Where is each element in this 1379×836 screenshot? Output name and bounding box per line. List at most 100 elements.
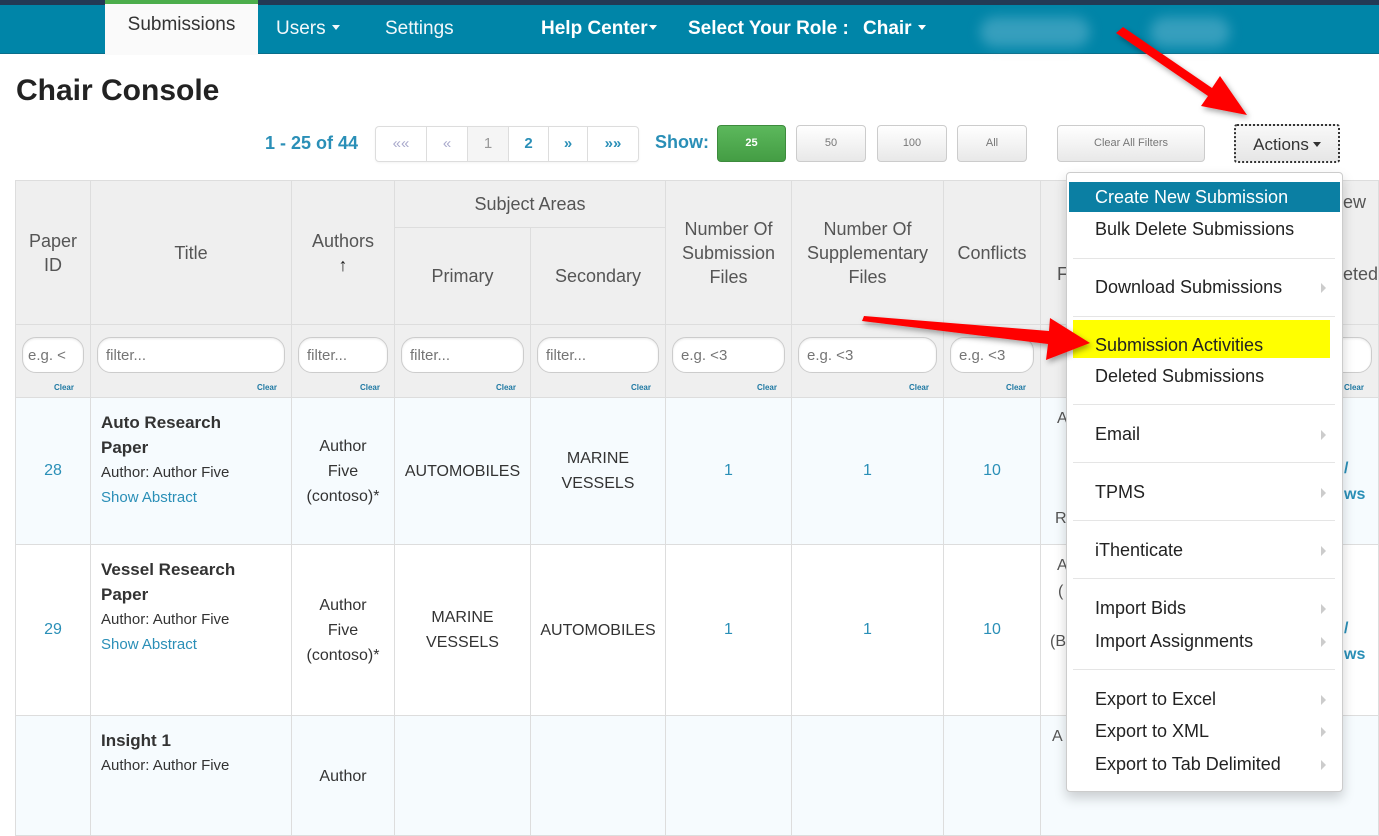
header-num-submission-files[interactable]: Number Of Submission Files: [665, 180, 792, 325]
header-conflicts[interactable]: Conflicts: [943, 180, 1041, 325]
header-title[interactable]: Title: [90, 180, 292, 325]
header-secondary[interactable]: Secondary: [530, 227, 666, 325]
paper-author: Author: Author Five: [101, 611, 230, 628]
clipped-row-fragment: R: [1055, 510, 1067, 527]
title-cell: Insight 1 Author: Author Five: [90, 715, 292, 836]
paper-id-filter-input[interactable]: [22, 337, 84, 373]
show-label: Show:: [655, 132, 709, 152]
next-page-button[interactable]: »: [549, 127, 588, 161]
nav-tab-submissions[interactable]: Submissions: [105, 0, 258, 55]
page-size-25-button[interactable]: 25: [717, 125, 786, 162]
clipped-link-fragment[interactable]: /: [1344, 620, 1348, 638]
menu-item-label: Submission Activities: [1095, 335, 1264, 355]
authors-filter-input[interactable]: [298, 337, 388, 373]
menu-item-ithenticate[interactable]: iThenticate: [1069, 535, 1340, 565]
chevron-right-icon: [1321, 430, 1326, 440]
header-primary[interactable]: Primary: [394, 227, 531, 325]
page-size-all-button[interactable]: All: [957, 125, 1027, 162]
num-supplementary-files-link[interactable]: 1: [863, 462, 872, 479]
menu-item-export-to-tab-delimited[interactable]: Export to Tab Delimited: [1069, 749, 1340, 779]
page-1-button[interactable]: 1: [468, 127, 509, 161]
redacted-user-info: [980, 17, 1090, 47]
clear-filter-link[interactable]: Clear: [360, 383, 380, 392]
menu-item-export-to-excel[interactable]: Export to Excel: [1069, 684, 1340, 714]
show-abstract-link[interactable]: Show Abstract: [101, 632, 281, 657]
clear-filter-link[interactable]: Clear: [54, 383, 74, 392]
clear-filter-link[interactable]: Clear: [909, 383, 929, 392]
menu-item-import-assignments[interactable]: Import Assignments: [1069, 626, 1340, 656]
clipped-link-fragment[interactable]: ws: [1344, 486, 1365, 504]
page-2-button[interactable]: 2: [509, 127, 549, 161]
conflicts-cell: [943, 715, 1041, 836]
menu-item-download-submissions[interactable]: Download Submissions: [1069, 272, 1340, 302]
menu-item-email[interactable]: Email: [1069, 419, 1340, 449]
menu-item-label: TPMS: [1095, 482, 1146, 502]
paper-id-link[interactable]: 29: [44, 621, 62, 638]
nav-help-center[interactable]: Help Center: [541, 5, 657, 54]
nav-tab-settings-label: Settings: [385, 18, 454, 39]
menu-divider: [1073, 669, 1335, 670]
show-abstract-link[interactable]: Show Abstract: [101, 485, 281, 510]
actions-button[interactable]: Actions: [1234, 124, 1340, 163]
clipped-link-fragment[interactable]: ws: [1344, 646, 1365, 664]
prev-page-button[interactable]: «: [427, 127, 468, 161]
nav-tab-users-label: Users: [276, 18, 326, 39]
menu-item-bulk-delete-submissions[interactable]: Bulk Delete Submissions: [1069, 214, 1340, 244]
last-page-button[interactable]: »»: [588, 127, 638, 161]
nav-tab-users[interactable]: Users: [276, 5, 340, 54]
menu-item-deleted-submissions[interactable]: Deleted Submissions: [1069, 361, 1340, 391]
page-size-100-button[interactable]: 100: [877, 125, 947, 162]
clipped-row-fragment: A: [1052, 728, 1063, 745]
clear-filter-link[interactable]: Clear: [257, 383, 277, 392]
menu-item-label: Import Assignments: [1095, 631, 1254, 651]
secondary-area-cell: MARINE VESSELS: [530, 397, 666, 545]
num-supplementary-files-filter-input[interactable]: [798, 337, 937, 373]
menu-item-export-to-xml[interactable]: Export to XML: [1069, 716, 1340, 746]
header-authors[interactable]: Authors ↑: [291, 180, 395, 325]
conflicts-link[interactable]: 10: [983, 621, 1001, 638]
menu-item-submission-activities[interactable]: Submission Activities: [1073, 320, 1330, 358]
clear-filter-link[interactable]: Clear: [496, 383, 516, 392]
clipped-header-fragment: ew: [1343, 192, 1367, 212]
author-line: (contoso)*: [306, 487, 380, 505]
paper-title: Auto Research Paper: [101, 413, 221, 457]
first-page-button[interactable]: ««: [376, 127, 427, 161]
num-supplementary-files-link[interactable]: 1: [863, 621, 872, 638]
num-submission-files-filter-input[interactable]: [672, 337, 785, 373]
num-submission-files-link[interactable]: 1: [724, 462, 733, 479]
authors-cell: Author: [291, 715, 395, 836]
actions-button-label: Actions: [1253, 135, 1309, 154]
conflicts-link[interactable]: 10: [983, 462, 1001, 479]
secondary-area: MARINE: [566, 450, 630, 467]
paper-id-link[interactable]: 28: [44, 462, 62, 479]
clear-filter-link[interactable]: Clear: [757, 383, 777, 392]
menu-divider: [1073, 578, 1335, 579]
role-select[interactable]: Chair: [863, 5, 926, 54]
chevron-right-icon: [1321, 727, 1326, 737]
conflicts-filter-input[interactable]: [950, 337, 1034, 373]
nav-tab-settings[interactable]: Settings: [385, 5, 454, 54]
clear-filter-link[interactable]: Clear: [1006, 383, 1026, 392]
page-size-50-button[interactable]: 50: [796, 125, 866, 162]
header-num-supplementary-files[interactable]: Number Of Supplementary Files: [791, 180, 944, 325]
primary-filter-input[interactable]: [401, 337, 524, 373]
header-paper-id[interactable]: Paper ID: [15, 180, 91, 325]
secondary-filter-input[interactable]: [537, 337, 659, 373]
menu-item-create-new-submission[interactable]: Create New Submission: [1069, 182, 1340, 212]
num-submission-files-link[interactable]: 1: [724, 621, 733, 638]
menu-divider: [1073, 316, 1335, 317]
role-label-text: Select Your Role :: [688, 18, 849, 39]
menu-item-label: Export to Excel: [1095, 689, 1217, 709]
header-title-label: Title: [174, 242, 208, 263]
clipped-link-fragment[interactable]: /: [1344, 460, 1348, 478]
menu-item-import-bids[interactable]: Import Bids: [1069, 593, 1340, 623]
clear-filter-link[interactable]: Clear: [631, 383, 651, 392]
menu-item-tpms[interactable]: TPMS: [1069, 477, 1340, 507]
title-filter-input[interactable]: [97, 337, 285, 373]
clear-filter-link[interactable]: Clear: [1344, 383, 1364, 392]
clipped-header-fragment: eted: [1343, 264, 1379, 284]
header-num-submission-files-label: Number Of Submission Files: [681, 218, 776, 287]
clear-all-filters-button[interactable]: Clear All Filters: [1057, 125, 1205, 162]
author-line: Five: [327, 621, 359, 639]
authors-cell: Author Five (contoso)*: [291, 544, 395, 716]
